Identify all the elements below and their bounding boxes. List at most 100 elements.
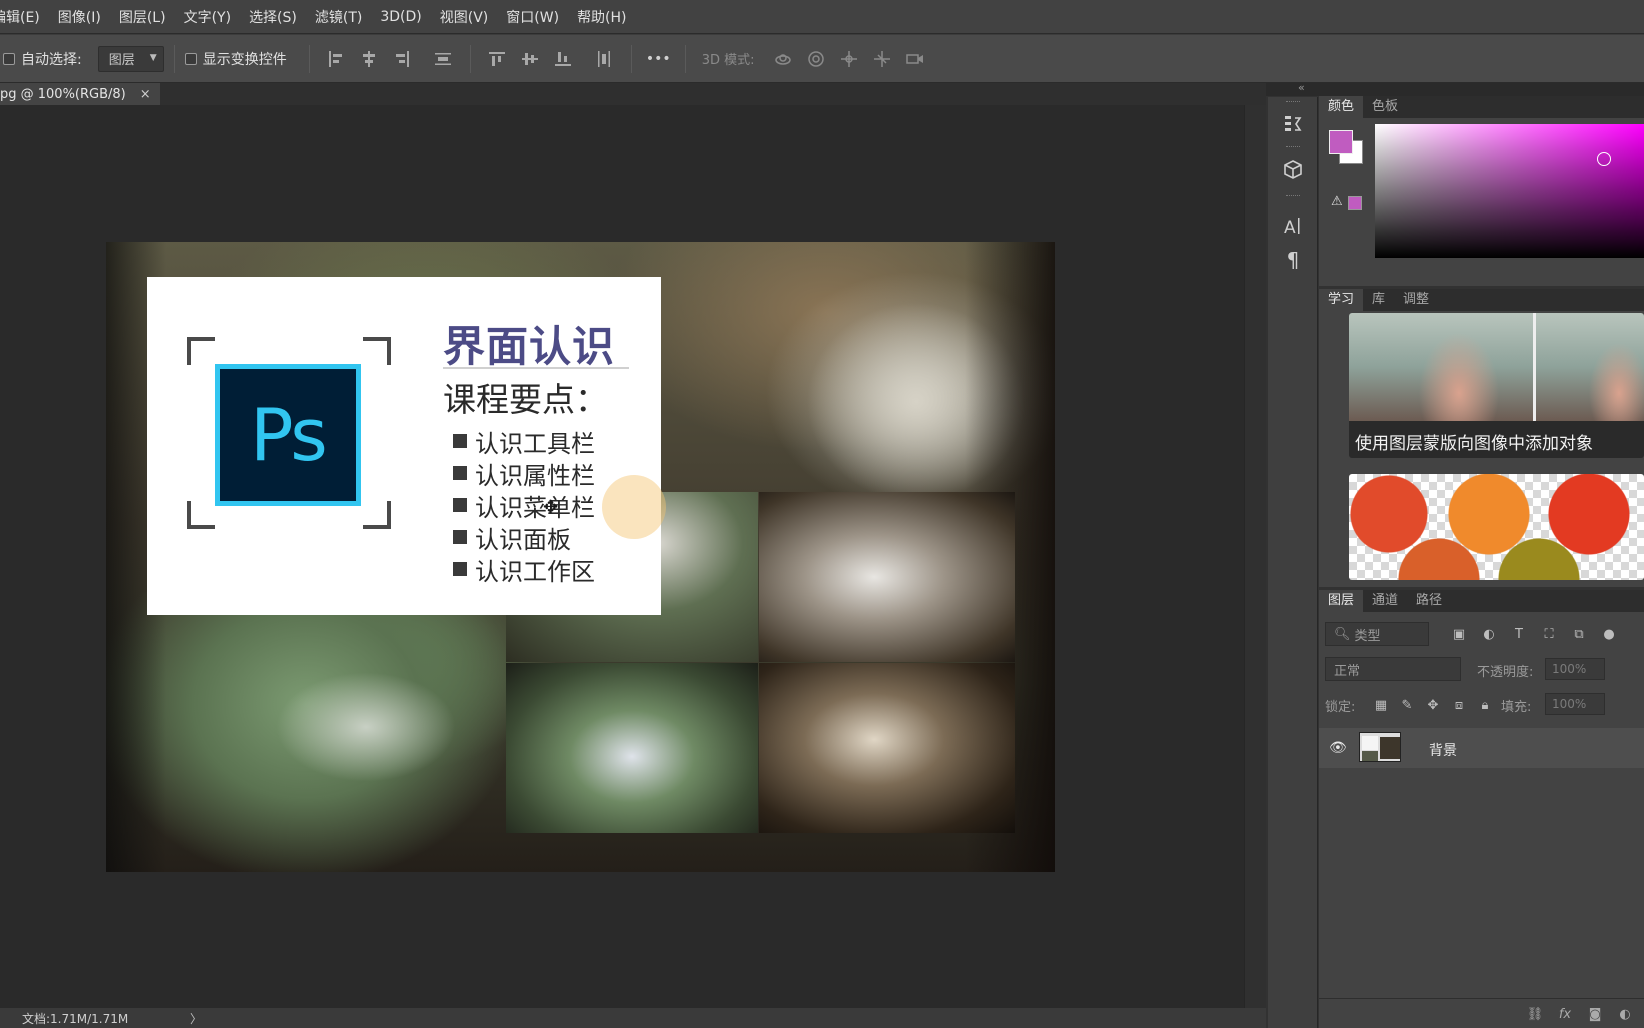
paragraph-panel-button[interactable]: ¶ bbox=[1276, 245, 1310, 275]
close-icon[interactable]: × bbox=[140, 87, 151, 102]
add-mask-icon[interactable]: ◙ bbox=[1585, 1005, 1605, 1023]
distribute-vertical-icon bbox=[435, 52, 452, 65]
tab-paths[interactable]: 路径 bbox=[1407, 590, 1451, 612]
menu-layer[interactable]: 图层(L) bbox=[119, 7, 166, 27]
filter-adjustment-icon[interactable]: ◐ bbox=[1479, 624, 1499, 644]
align-hcenter-icon bbox=[363, 50, 376, 67]
lock-all-icon[interactable]: 🔒︎ bbox=[1476, 696, 1494, 714]
list-item: 认识菜单栏 bbox=[453, 489, 595, 522]
menu-3d[interactable]: 3D(D) bbox=[380, 9, 421, 25]
eye-icon[interactable]: 👁︎ bbox=[1329, 740, 1347, 756]
tab-adjustments[interactable]: 调整 bbox=[1394, 289, 1438, 311]
tab-layers[interactable]: 图层 bbox=[1319, 590, 1364, 612]
link-layers-icon[interactable]: ⛓︎ bbox=[1525, 1005, 1545, 1023]
color-picker-field[interactable] bbox=[1375, 124, 1644, 258]
menu-help[interactable]: 帮助(H) bbox=[577, 7, 626, 27]
filter-type-icon[interactable]: T bbox=[1509, 624, 1529, 644]
distribute-vertical-button[interactable] bbox=[427, 43, 460, 75]
menu-type[interactable]: 文字(Y) bbox=[184, 7, 231, 27]
drag-grip[interactable] bbox=[1286, 101, 1300, 103]
3d-panel-button[interactable] bbox=[1276, 155, 1310, 185]
tab-libraries[interactable]: 库 bbox=[1363, 289, 1394, 311]
menu-window[interactable]: 窗口(W) bbox=[506, 7, 559, 27]
align-top-icon bbox=[489, 51, 506, 66]
bullet-icon bbox=[453, 562, 467, 576]
adjustment-layer-icon[interactable]: ◐ bbox=[1615, 1005, 1635, 1023]
show-transform-label: 显示变换控件 bbox=[202, 51, 287, 68]
lock-transparent-icon[interactable]: ▦ bbox=[1372, 696, 1390, 714]
document-tab[interactable]: pg @ 100%(RGB/8) × bbox=[0, 83, 160, 105]
document-size: 文档:1.71M/1.71M bbox=[22, 1011, 129, 1026]
auto-select-checkbox[interactable] bbox=[3, 52, 15, 65]
divider bbox=[443, 367, 629, 369]
fill-field[interactable]: 100% bbox=[1545, 693, 1605, 715]
align-right-button[interactable] bbox=[386, 43, 419, 75]
menu-edit[interactable]: 编辑(E) bbox=[0, 7, 40, 27]
tutorial-card[interactable]: 使用图层蒙版向图像中添加对象 bbox=[1349, 313, 1644, 458]
blend-mode-dropdown[interactable]: 正常 bbox=[1325, 657, 1461, 681]
history-panel-button[interactable] bbox=[1276, 109, 1310, 139]
fill-label: 填充: bbox=[1501, 700, 1532, 715]
tutorial-card[interactable] bbox=[1349, 474, 1644, 580]
panel-collapse-bar[interactable]: « bbox=[1266, 81, 1644, 96]
auto-select-dropdown[interactable]: 图层 ▼ bbox=[97, 45, 164, 72]
menu-view[interactable]: 视图(V) bbox=[440, 7, 489, 27]
3d-orbit-button[interactable] bbox=[767, 43, 800, 75]
3d-pan-icon bbox=[841, 50, 858, 67]
menu-filter[interactable]: 滤镜(T) bbox=[315, 7, 362, 27]
distribute-horizontal-icon bbox=[598, 50, 611, 67]
show-transform-checkbox[interactable] bbox=[184, 52, 197, 65]
layer-effects-icon[interactable]: fx bbox=[1555, 1005, 1575, 1023]
lock-label: 锁定: bbox=[1325, 700, 1356, 715]
frame-corner bbox=[187, 501, 215, 529]
list-item: 认识工具栏 bbox=[453, 425, 595, 458]
filter-pixel-icon[interactable]: ▣ bbox=[1449, 624, 1469, 644]
3d-roll-button[interactable] bbox=[800, 43, 833, 75]
status-bar: 文档:1.71M/1.71M 〉 bbox=[0, 1008, 1266, 1028]
paragraph-icon: ¶ bbox=[1286, 248, 1300, 272]
status-menu-arrow[interactable]: 〉 bbox=[190, 1010, 202, 1027]
photo-tile bbox=[506, 663, 758, 833]
drag-grip[interactable] bbox=[1286, 146, 1300, 148]
lock-position-icon[interactable]: ✥ bbox=[1424, 696, 1442, 714]
lock-artboard-icon[interactable]: ⧈ bbox=[1450, 696, 1468, 714]
drag-grip[interactable] bbox=[1286, 195, 1300, 197]
more-options-button[interactable]: ••• bbox=[642, 43, 675, 75]
filter-shape-icon[interactable]: ⛶ bbox=[1539, 624, 1559, 644]
menu-select[interactable]: 选择(S) bbox=[249, 7, 297, 27]
thumbnail-part bbox=[1380, 737, 1400, 759]
svg-text:A: A bbox=[1284, 218, 1296, 237]
in-gamut-color-swatch[interactable] bbox=[1348, 196, 1362, 210]
photoshop-logo: Ps bbox=[215, 364, 361, 506]
gamut-warning-icon[interactable]: ⚠ bbox=[1331, 194, 1343, 209]
tab-swatches[interactable]: 色板 bbox=[1363, 96, 1407, 118]
align-hcenter-button[interactable] bbox=[353, 43, 386, 75]
history-icon bbox=[1285, 116, 1302, 131]
tab-learn[interactable]: 学习 bbox=[1319, 289, 1364, 311]
3d-slide-button[interactable] bbox=[866, 43, 899, 75]
vertical-scrollbar[interactable] bbox=[1244, 105, 1266, 1008]
document-image[interactable]: Ps 界面认识 课程要点： 认识工具栏 认识属性栏 认识菜单栏 认识面板 认识工… bbox=[106, 242, 1055, 872]
color-picker-handle[interactable] bbox=[1597, 152, 1611, 166]
frame-corner bbox=[187, 337, 215, 365]
lock-paint-icon[interactable]: ✎ bbox=[1398, 696, 1416, 714]
layer-filter-dropdown[interactable]: 🔍︎ 类型 bbox=[1325, 622, 1429, 646]
align-left-button[interactable] bbox=[320, 43, 353, 75]
character-panel-button[interactable]: A bbox=[1276, 211, 1310, 241]
foreground-color-swatch[interactable] bbox=[1329, 130, 1353, 154]
align-bottom-button[interactable] bbox=[547, 43, 580, 75]
collapse-icon[interactable]: « bbox=[1298, 81, 1305, 94]
3d-scale-button[interactable] bbox=[899, 43, 932, 75]
menu-image[interactable]: 图像(I) bbox=[58, 7, 101, 27]
3d-pan-button[interactable] bbox=[833, 43, 866, 75]
distribute-horizontal-button[interactable] bbox=[588, 43, 621, 75]
tab-color[interactable]: 颜色 bbox=[1319, 96, 1364, 118]
filter-smart-object-icon[interactable]: ⧉ bbox=[1569, 624, 1589, 644]
opacity-field[interactable]: 100% bbox=[1545, 658, 1605, 680]
align-vcenter-button[interactable] bbox=[514, 43, 547, 75]
align-top-button[interactable] bbox=[481, 43, 514, 75]
image-region bbox=[276, 672, 456, 782]
filter-toggle-icon[interactable]: ● bbox=[1599, 624, 1619, 644]
layer-row[interactable]: 👁︎ 背景 bbox=[1319, 728, 1644, 768]
tab-channels[interactable]: 通道 bbox=[1363, 590, 1407, 612]
